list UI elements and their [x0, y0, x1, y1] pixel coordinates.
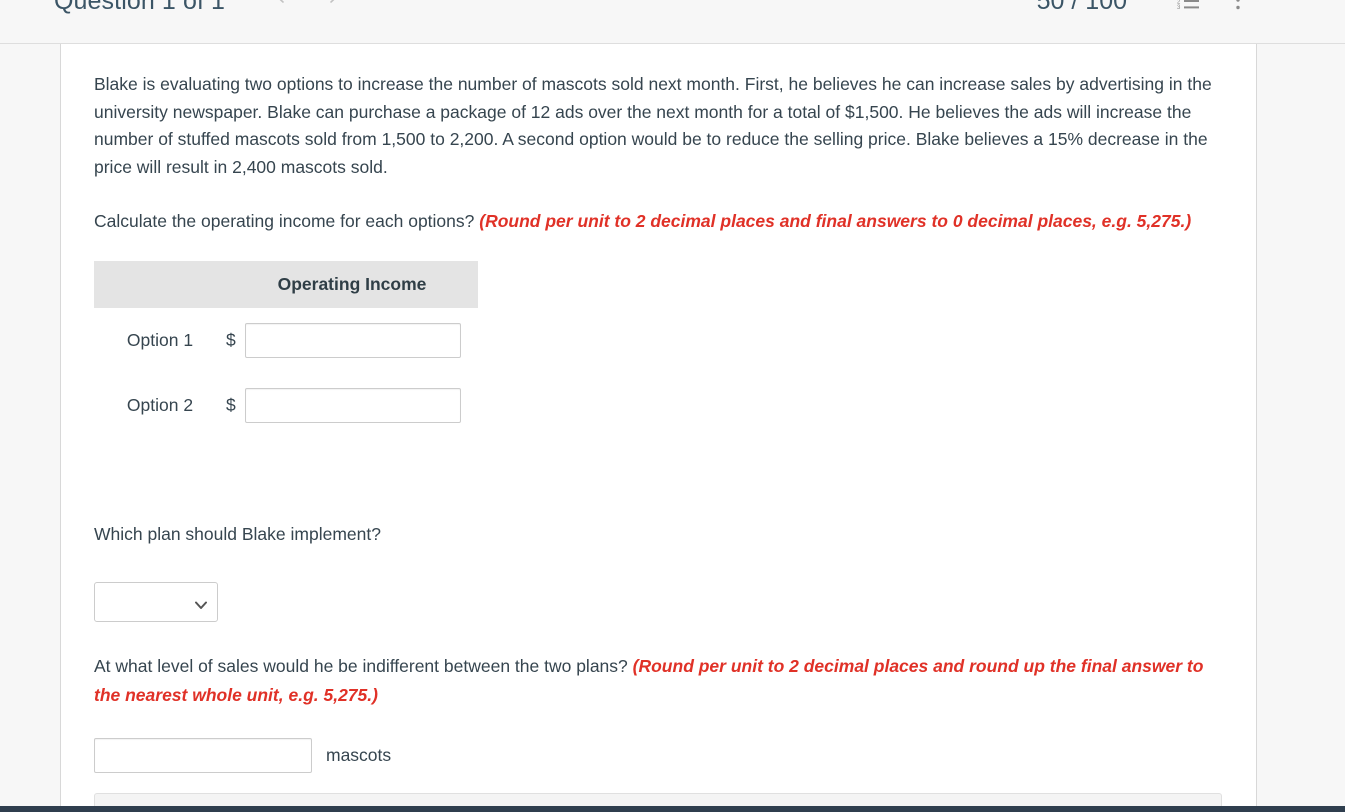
page-root: Question 1 of 1 50 / 100 1 — [0, 0, 1345, 812]
currency-symbol-option-1: $ — [226, 330, 236, 350]
question-scenario: Blake is evaluating two options to incre… — [94, 71, 1219, 181]
table-header-row: Operating Income — [94, 261, 478, 308]
question-1-rounding-hint: (Round per unit to 2 decimal places and … — [479, 211, 1192, 231]
chevron-left-icon[interactable] — [272, 0, 289, 5]
question-1-text: Calculate the operating income for each … — [94, 211, 475, 231]
toolbar-actions: 1 2 3 — [1177, 0, 1241, 11]
table-header-blank — [94, 261, 226, 308]
question-card: Blake is evaluating two options to incre… — [60, 44, 1257, 812]
question-navigation — [272, 0, 342, 5]
mascots-answer-row: mascots — [94, 738, 391, 773]
question-3-prompt: At what level of sales would he be indif… — [94, 652, 1214, 710]
score-display: 50 / 100 — [1036, 0, 1127, 15]
operating-income-input-option-2[interactable] — [244, 388, 461, 423]
row-label-option-2: Option 2 — [126, 395, 194, 415]
mascots-unit-label: mascots — [326, 745, 392, 765]
scenario-paragraph: Blake is evaluating two options to incre… — [94, 74, 1212, 177]
question-counter: Question 1 of 1 — [54, 0, 226, 15]
question-1-prompt: Calculate the operating income for each … — [94, 208, 1234, 235]
cell-option-2-value: $ — [226, 373, 478, 438]
top-toolbar: Question 1 of 1 50 / 100 1 — [0, 0, 1345, 44]
plan-select[interactable]: Option 1Option 2 — [94, 582, 218, 622]
currency-symbol-option-2: $ — [226, 395, 236, 415]
row-label-option-1: Option 1 — [126, 330, 194, 350]
bottom-strip — [0, 806, 1345, 812]
kebab-menu-icon[interactable] — [1235, 0, 1241, 10]
numbered-list-icon[interactable]: 1 2 3 — [1177, 0, 1199, 11]
chevron-right-icon[interactable] — [325, 0, 342, 5]
svg-text:3: 3 — [1177, 5, 1181, 9]
table-header-operating-income: Operating Income — [226, 261, 478, 308]
plan-select-wrapper: Option 1Option 2 — [94, 582, 218, 622]
question-3-text: At what level of sales would he be indif… — [94, 656, 628, 676]
cell-option-1-value: $ — [226, 308, 478, 373]
mascots-input[interactable] — [94, 738, 312, 773]
operating-income-table: Operating Income Option 1 $ Option 2 $ — [94, 261, 478, 438]
table-row: Option 1 $ — [94, 308, 478, 373]
table-row: Option 2 $ — [94, 373, 478, 438]
question-2-prompt: Which plan should Blake implement? — [94, 524, 381, 544]
operating-income-input-option-1[interactable] — [244, 323, 461, 358]
